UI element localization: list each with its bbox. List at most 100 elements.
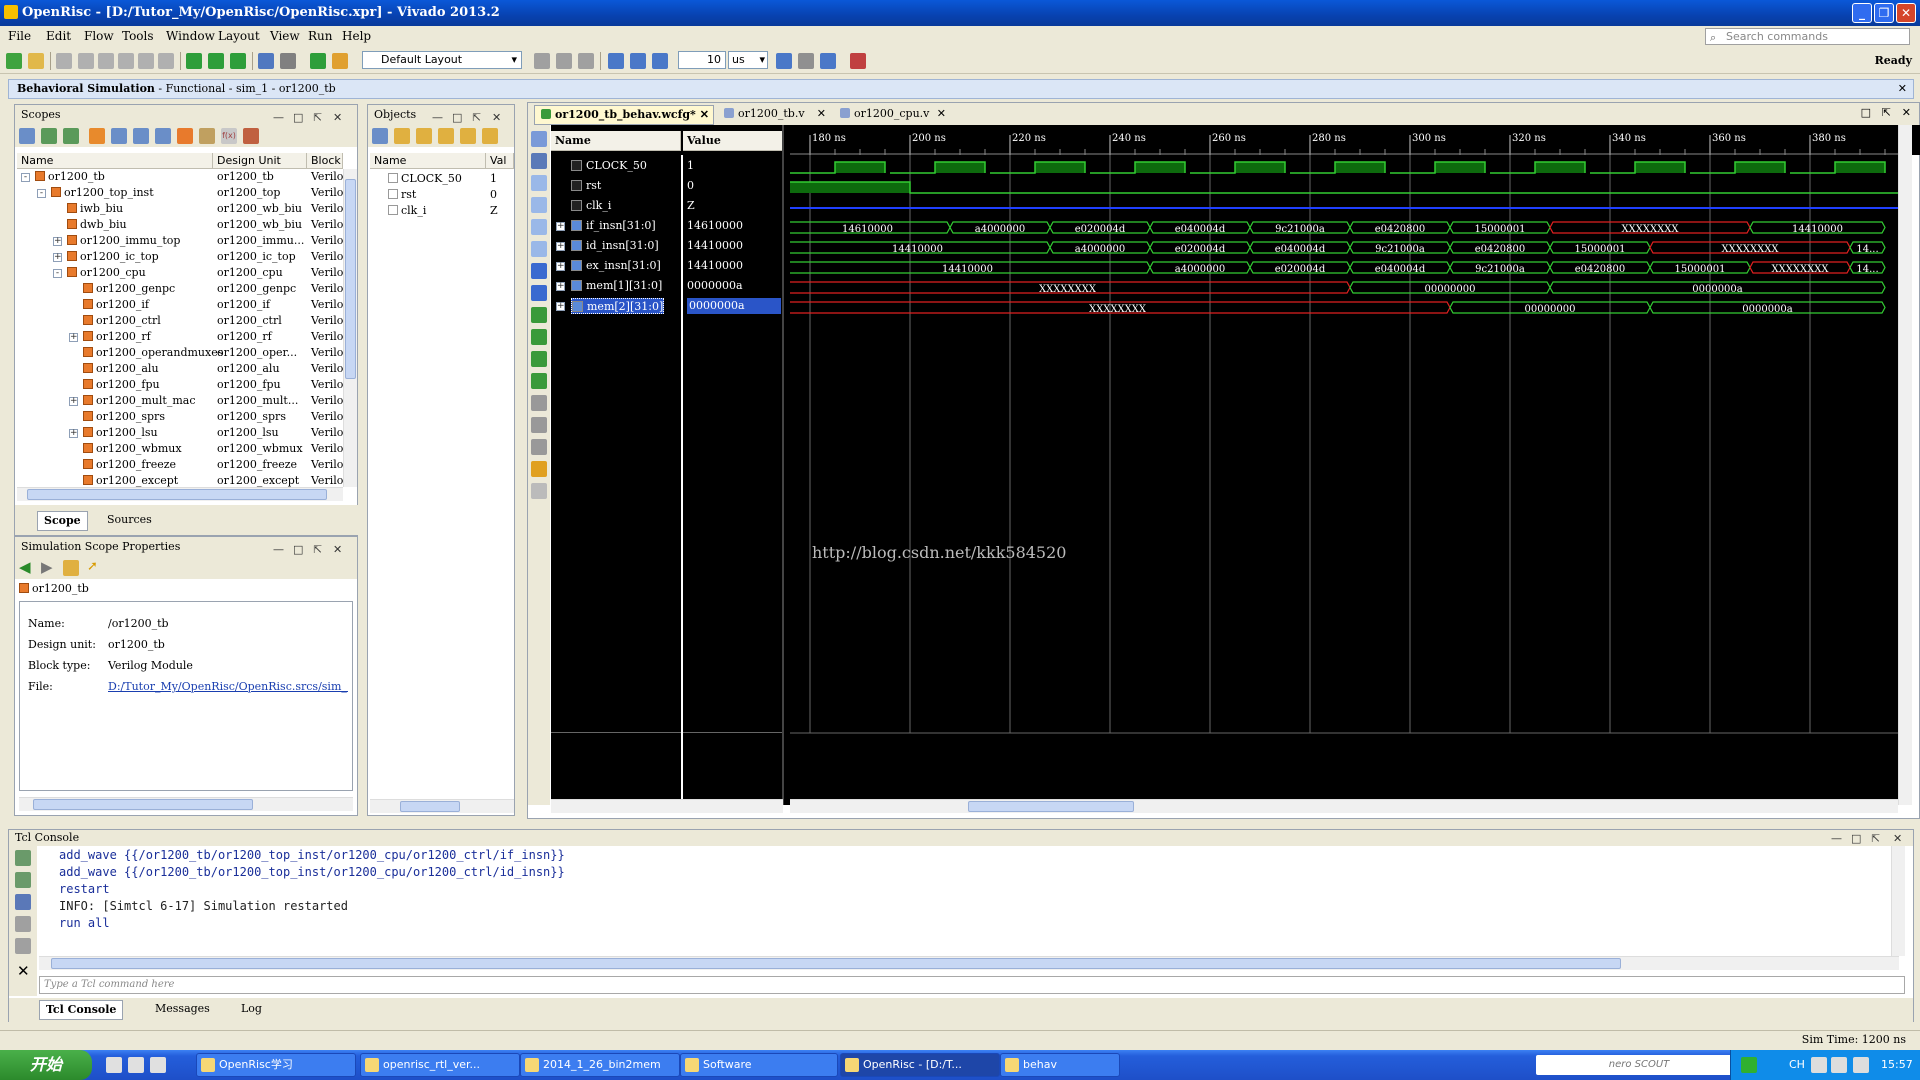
scrollbar-thumb[interactable] — [33, 799, 253, 810]
wave-col-name[interactable]: Name — [551, 131, 681, 151]
zoom-cursor-icon[interactable] — [531, 241, 547, 257]
next-marker-icon[interactable] — [531, 417, 547, 433]
scope-tree-row[interactable]: or1200_top_inst — [51, 185, 154, 201]
add-marker-icon[interactable] — [531, 307, 547, 323]
scope-tree-row[interactable]: or1200_immu_top — [67, 233, 180, 249]
menu-window[interactable]: Window — [166, 29, 215, 43]
back-arrow-icon[interactable]: ◀ — [19, 558, 31, 576]
search-icon[interactable] — [372, 128, 388, 144]
values-hscrollbar[interactable] — [683, 799, 783, 813]
tab-sources[interactable]: Sources — [101, 511, 158, 529]
forward-arrow-icon[interactable]: ▶ — [41, 558, 53, 576]
tree-expander[interactable]: - — [37, 189, 46, 198]
menu-tools[interactable]: Tools — [122, 29, 154, 43]
minimize-button[interactable]: _ — [1852, 3, 1872, 23]
object-row[interactable]: rst — [388, 187, 416, 203]
prev-marker-icon[interactable] — [531, 395, 547, 411]
expand-icon[interactable] — [15, 872, 31, 888]
float-icon[interactable]: ⇱ — [1871, 831, 1880, 847]
pause-icon[interactable] — [798, 53, 814, 69]
divider-icon[interactable] — [531, 483, 547, 499]
wave-hscrollbar[interactable] — [790, 799, 1898, 813]
menu-flow[interactable]: Flow — [84, 29, 114, 43]
wave-splitter[interactable] — [782, 125, 790, 805]
menu-run[interactable]: Run — [308, 29, 333, 43]
sigma-report-icon[interactable] — [310, 53, 326, 69]
clear-icon[interactable]: ✕ — [17, 962, 30, 980]
float-icon[interactable]: ⇱ — [1882, 106, 1891, 119]
wave-signal-row[interactable]: CLOCK_50 — [571, 158, 647, 174]
taskbar-task[interactable]: behav — [1000, 1053, 1120, 1077]
editor-tab[interactable]: or1200_cpu.v ✕ — [834, 105, 950, 123]
wave-signal-row[interactable]: rst — [571, 178, 601, 194]
marker-icon[interactable] — [534, 53, 550, 69]
menu-file[interactable]: File — [8, 29, 31, 43]
scrollbar-thumb[interactable] — [968, 801, 1134, 812]
wave-vscrollbar[interactable] — [1898, 125, 1912, 805]
taskbar-task[interactable]: openrisc_rtl_ver... — [360, 1053, 520, 1077]
taskbar-task[interactable]: Software — [680, 1053, 838, 1077]
tree-expander[interactable]: + — [53, 253, 62, 262]
col-header-name[interactable]: Name — [17, 153, 213, 169]
property-value[interactable]: D:/Tutor_My/OpenRisc/OpenRisc.srcs/sim_1… — [108, 679, 348, 695]
wave-signal-row[interactable]: if_insn[31:0] — [571, 218, 656, 234]
tab-messages[interactable]: Messages — [149, 1000, 216, 1018]
redo-icon[interactable] — [98, 53, 114, 69]
signal-expander[interactable]: + — [556, 242, 565, 251]
add-marker-icon[interactable] — [531, 373, 547, 389]
settings-icon[interactable] — [280, 53, 296, 69]
wave-signal-row[interactable]: mem[1][31:0] — [571, 278, 662, 294]
run-time-unit-select[interactable]: us ▾ — [728, 51, 768, 69]
filter-function-icon[interactable] — [133, 128, 149, 144]
waveform-canvas[interactable]: 14610000 a4000000 e020004d e040004d 9c21000a… — [790, 155, 1898, 805]
col-header-block[interactable]: Block — [307, 153, 343, 169]
names-hscrollbar[interactable] — [551, 799, 683, 813]
scopes-hscrollbar[interactable] — [17, 487, 343, 501]
tree-expander[interactable]: - — [53, 269, 62, 278]
select-icon[interactable] — [531, 131, 547, 147]
filter-process-icon[interactable] — [177, 128, 193, 144]
filter-module-icon[interactable] — [89, 128, 105, 144]
filter-task-icon[interactable] — [111, 128, 127, 144]
object-row[interactable]: clk_i — [388, 203, 426, 219]
scope-tree-row[interactable]: or1200_rf — [83, 329, 151, 345]
wave-col-value[interactable]: Value — [683, 131, 783, 151]
taskbar-task[interactable]: 2014_1_26_bin2mem — [520, 1053, 680, 1077]
new-project-icon[interactable] — [6, 53, 22, 69]
restore-icon[interactable]: □ — [1851, 831, 1861, 847]
tree-expander[interactable]: + — [53, 237, 62, 246]
swap-cursors-icon[interactable] — [531, 439, 547, 455]
sync-icon[interactable] — [63, 560, 79, 576]
tcl-command-input[interactable]: Type a Tcl command here — [39, 976, 1905, 994]
save-wcfg-icon[interactable] — [531, 153, 547, 169]
program-device-icon[interactable] — [258, 53, 274, 69]
close-icon[interactable]: ✕ — [700, 106, 709, 124]
tree-expander[interactable]: + — [69, 429, 78, 438]
snap-icon[interactable] — [531, 461, 547, 477]
col-header-value[interactable]: Val — [486, 153, 514, 169]
taskbar-task[interactable]: OpenRisc学习 — [196, 1053, 356, 1077]
go-last-icon[interactable] — [531, 285, 547, 301]
scope-tree-row[interactable]: dwb_biu — [67, 217, 127, 233]
undo-icon[interactable] — [78, 53, 94, 69]
quicklaunch-ie-icon[interactable] — [106, 1057, 122, 1073]
paste-icon[interactable] — [138, 53, 154, 69]
open-project-icon[interactable] — [28, 53, 44, 69]
scope-tree-row[interactable]: iwb_biu — [67, 201, 123, 217]
marker-move-icon[interactable] — [556, 53, 572, 69]
run-simulation-icon[interactable] — [186, 53, 202, 69]
tree-expander[interactable]: - — [21, 173, 30, 182]
tab-tcl-console[interactable]: Tcl Console — [39, 1000, 124, 1020]
objects-hscrollbar[interactable] — [370, 799, 514, 813]
close-window-button[interactable]: ✕ — [1896, 3, 1916, 23]
filter-constant-icon[interactable] — [482, 128, 498, 144]
tcl-vscrollbar[interactable] — [1891, 846, 1905, 956]
tray-volume-icon[interactable] — [1853, 1057, 1869, 1073]
go-first-icon[interactable] — [531, 263, 547, 279]
run-synthesis-icon[interactable] — [208, 53, 224, 69]
gear-icon[interactable] — [332, 53, 348, 69]
restore-icon[interactable]: □ — [1861, 106, 1871, 119]
tray-network-icon[interactable] — [1831, 1057, 1847, 1073]
scope-tree-row[interactable]: or1200_mult_mac — [83, 393, 195, 409]
filter-fx-icon[interactable]: f(x) — [221, 128, 237, 144]
